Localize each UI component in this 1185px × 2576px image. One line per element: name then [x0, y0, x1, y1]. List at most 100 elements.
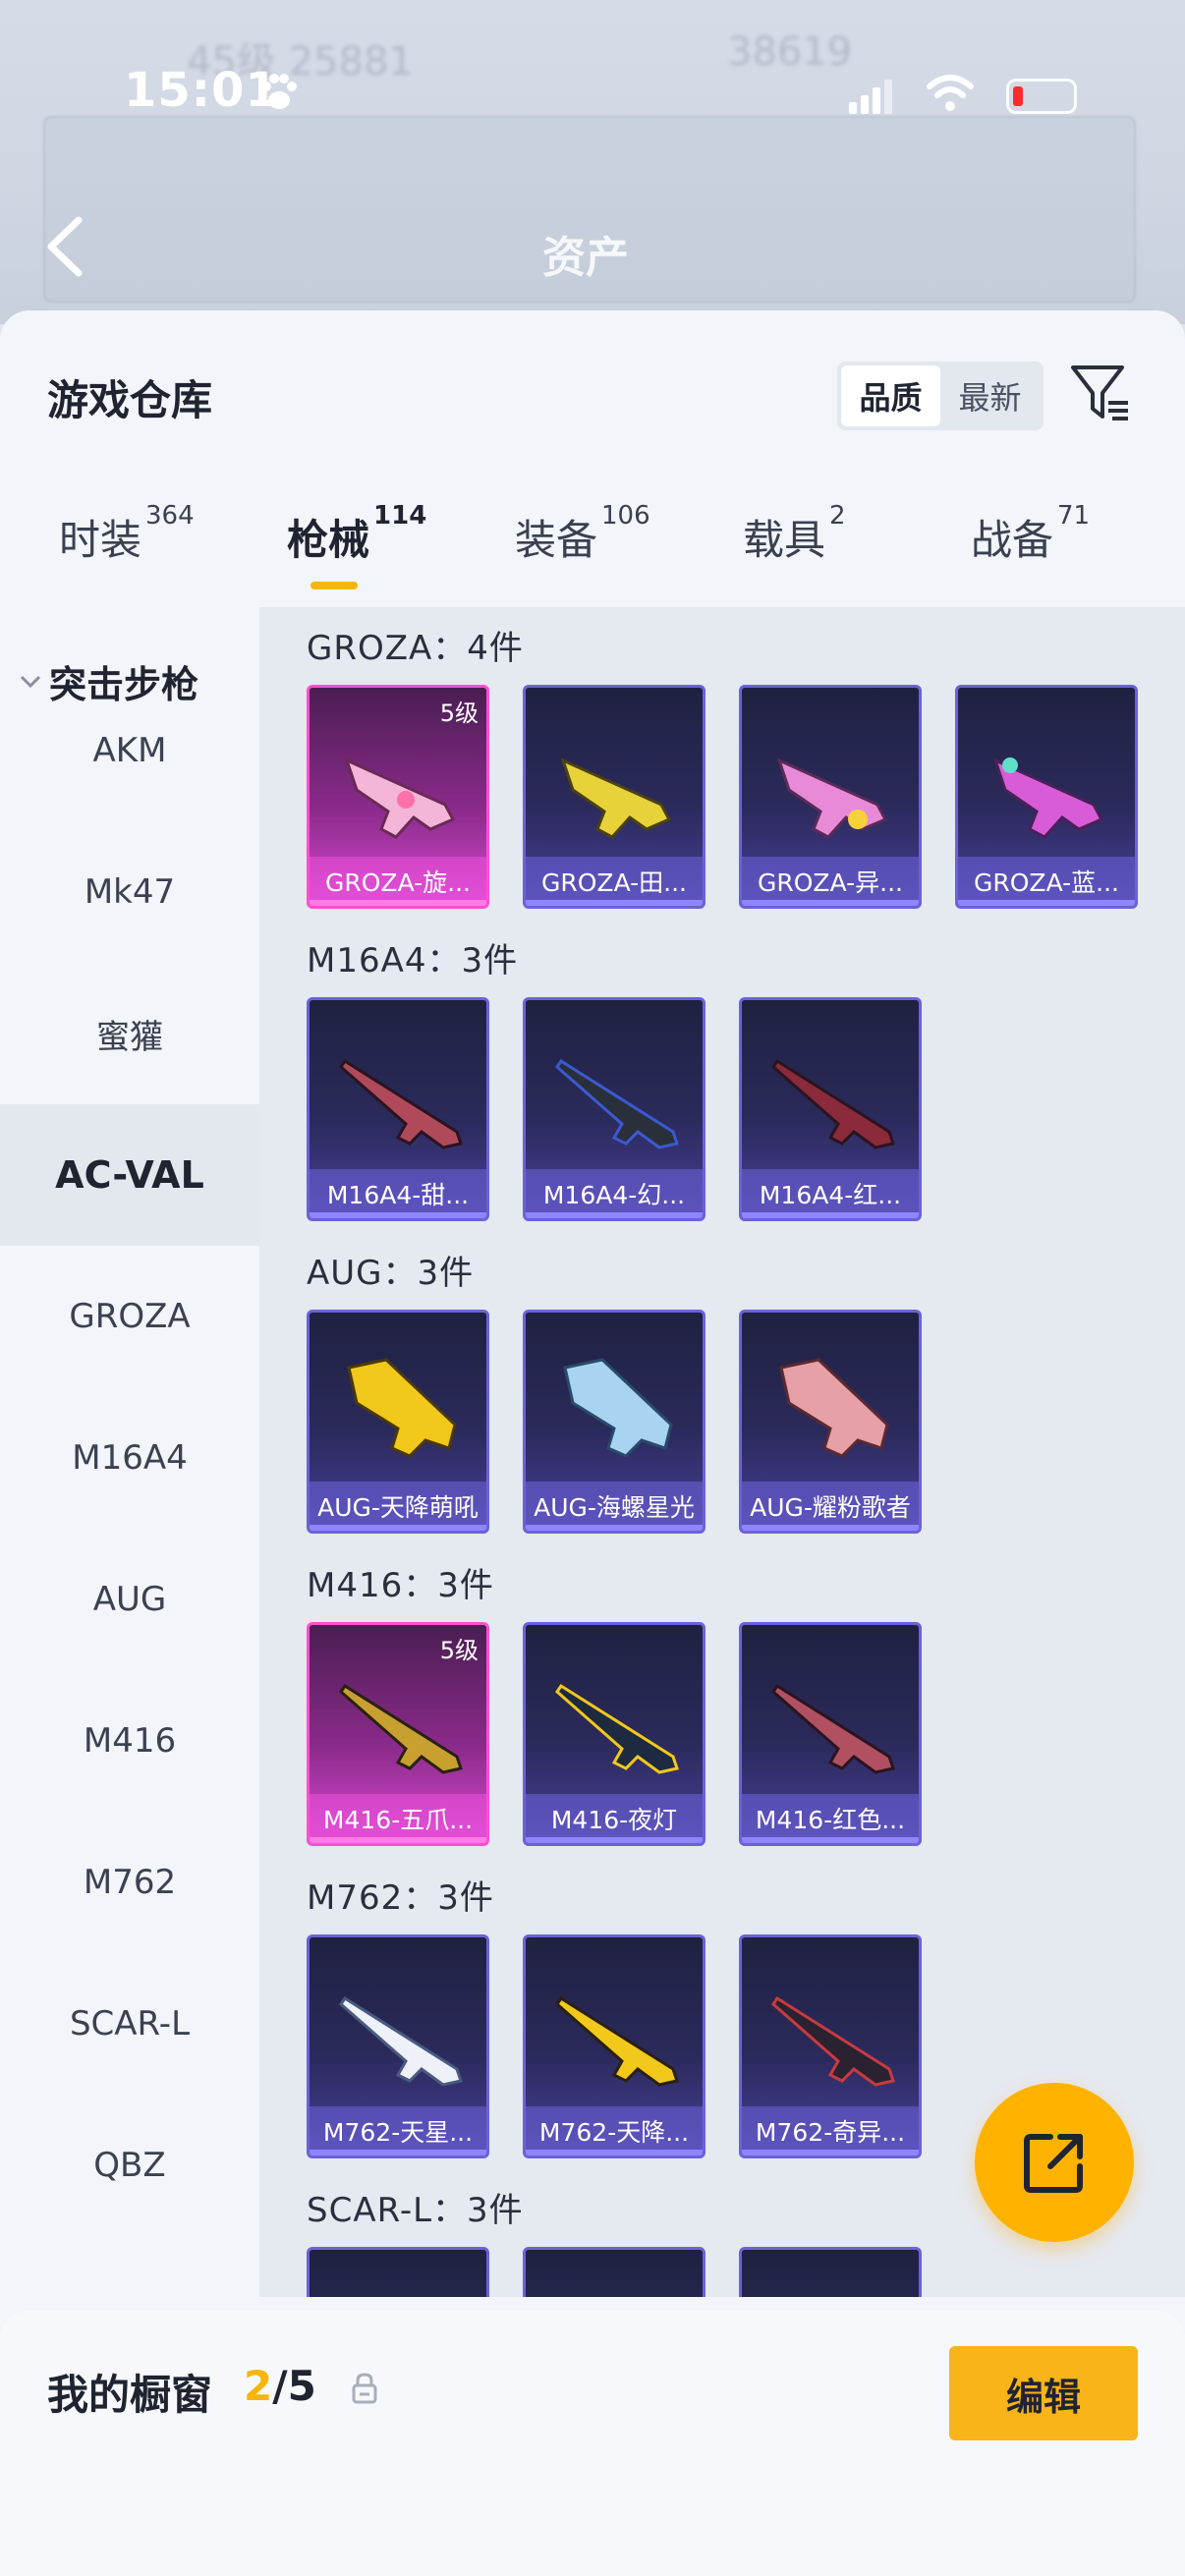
card-stripe — [310, 900, 486, 906]
tab-supplies[interactable]: 战备 71 — [971, 501, 1090, 615]
warehouse-title: 游戏仓库 — [47, 376, 213, 424]
item-card[interactable]: GROZA-蓝... — [955, 685, 1138, 909]
gun-image — [771, 1683, 895, 1774]
item-card[interactable]: AUG-耀粉歌者 — [739, 1310, 922, 1534]
active-tab-indicator — [310, 582, 358, 589]
item-name: M416-夜灯 — [526, 1794, 703, 1843]
status-time: 15:01 — [124, 63, 279, 118]
item-card[interactable]: M416-夜灯 — [523, 1622, 705, 1846]
card-stripe — [742, 2150, 919, 2156]
wifi-icon — [927, 75, 974, 111]
card-stripe — [310, 2150, 486, 2156]
card-stripe — [526, 2150, 703, 2156]
item-card[interactable]: 5级 M416-五爪... — [307, 1622, 489, 1846]
card-stripe — [742, 1837, 919, 1843]
card-stripe — [526, 1525, 703, 1531]
sidebar-item-m762[interactable]: M762 — [0, 1812, 259, 1953]
tab-vehicles[interactable]: 载具 2 — [743, 501, 846, 615]
back-arrow-icon[interactable] — [43, 214, 86, 279]
tab-guns[interactable]: 枪械 114 — [287, 501, 426, 615]
gun-image — [339, 1683, 463, 1774]
gun-image — [779, 1358, 889, 1458]
item-card[interactable] — [307, 2247, 489, 2297]
gun-image — [771, 1995, 895, 2087]
item-name: M416-五爪... — [310, 1794, 486, 1843]
showcase-total: /5 — [272, 2362, 316, 2410]
showcase-current: 2 — [244, 2362, 273, 2410]
item-card[interactable] — [523, 2247, 705, 2297]
item-name: AUG-天降萌吼 — [310, 1482, 486, 1531]
sidebar-item-akm[interactable]: AKM — [0, 680, 259, 821]
external-link-icon — [1024, 2134, 1083, 2193]
card-stripe — [310, 1525, 486, 1531]
item-name: GROZA-旋... — [310, 857, 486, 906]
item-name: M16A4-甜... — [310, 1169, 486, 1218]
sidebar-item-mk47[interactable]: Mk47 — [0, 821, 259, 963]
item-card[interactable]: GROZA-田... — [523, 685, 705, 909]
card-stripe — [958, 900, 1135, 906]
group-label: GROZA：4件 — [307, 629, 524, 668]
item-card[interactable]: M16A4-幻... — [523, 997, 705, 1221]
item-name: AUG-耀粉歌者 — [742, 1482, 919, 1531]
sidebar-item-ac-val[interactable]: AC-VAL — [0, 1104, 259, 1246]
lock-icon — [352, 2373, 377, 2404]
sidebar-item-scar-l[interactable]: SCAR-L — [0, 1953, 259, 2095]
sidebar-item-groza[interactable]: GROZA — [0, 1246, 259, 1387]
sidebar-item-m416[interactable]: M416 — [0, 1670, 259, 1812]
item-card[interactable]: M762-奇异... — [739, 1934, 922, 2158]
item-card[interactable]: GROZA-异... — [739, 685, 922, 909]
item-name: M762-天星... — [310, 2106, 486, 2156]
card-stripe — [742, 900, 919, 906]
gun-image — [344, 757, 456, 839]
item-name: GROZA-田... — [526, 857, 703, 906]
group-label: M16A4：3件 — [307, 941, 519, 980]
item-name: M762-奇异... — [742, 2106, 919, 2156]
item-card[interactable] — [739, 2247, 922, 2297]
card-stripe — [526, 1212, 703, 1218]
item-card[interactable]: AUG-海螺星光 — [523, 1310, 705, 1534]
item-card[interactable]: M762-天降... — [523, 1934, 705, 2158]
gun-image — [555, 1058, 679, 1149]
item-name: M16A4-红... — [742, 1169, 919, 1218]
sort-quality-button[interactable]: 品质 — [841, 365, 940, 426]
sort-newest-button[interactable]: 最新 — [940, 365, 1040, 426]
card-stripe — [742, 1525, 919, 1531]
item-card[interactable]: M416-红色... — [739, 1622, 922, 1846]
item-name: M416-红色... — [742, 1794, 919, 1843]
card-stripe — [310, 1212, 486, 1218]
sort-toggle: 品质 最新 — [837, 362, 1044, 430]
sidebar-item-honey-badger[interactable]: 蜜獾 — [0, 963, 259, 1104]
sidebar-item-aug[interactable]: AUG — [0, 1529, 259, 1670]
card-stripe — [526, 1837, 703, 1843]
item-name: GROZA-蓝... — [958, 857, 1135, 906]
gun-image — [555, 1683, 679, 1774]
gun-image — [347, 1358, 457, 1458]
group-label: AUG：3件 — [307, 1254, 475, 1293]
item-card[interactable]: M16A4-甜... — [307, 997, 489, 1221]
showcase-label: 我的橱窗 — [47, 2371, 213, 2419]
item-name: GROZA-异... — [742, 857, 919, 906]
gun-image — [339, 1058, 463, 1149]
item-card[interactable]: M16A4-红... — [739, 997, 922, 1221]
sidebar-item-m16a4[interactable]: M16A4 — [0, 1387, 259, 1529]
card-stripe — [310, 1837, 486, 1843]
filter-icon[interactable] — [1069, 362, 1132, 424]
tab-fashion[interactable]: 时装 364 — [59, 501, 195, 615]
blurred-text: 38619 — [727, 29, 853, 75]
group-label: SCAR-L：3件 — [307, 2191, 524, 2230]
header-background: 45级 25881 38619 15:01 资产 — [0, 0, 1185, 324]
gun-image — [543, 2283, 691, 2297]
gun-image — [760, 2283, 907, 2297]
item-card[interactable]: 5级 GROZA-旋... — [307, 685, 489, 909]
card-stripe — [526, 900, 703, 906]
item-card[interactable]: AUG-天降萌吼 — [307, 1310, 489, 1534]
share-button[interactable] — [975, 2083, 1134, 2242]
edit-button[interactable]: 编辑 — [949, 2346, 1138, 2440]
sidebar-item-qbz[interactable]: QBZ — [0, 2095, 259, 2236]
tab-equipment[interactable]: 装备 106 — [515, 501, 650, 615]
item-name: M762-天降... — [526, 2106, 703, 2156]
item-card[interactable]: M762-天星... — [307, 1934, 489, 2158]
gun-image — [327, 2283, 475, 2297]
showcase-count: 2/5 — [244, 2362, 316, 2410]
gun-image — [563, 1358, 673, 1458]
